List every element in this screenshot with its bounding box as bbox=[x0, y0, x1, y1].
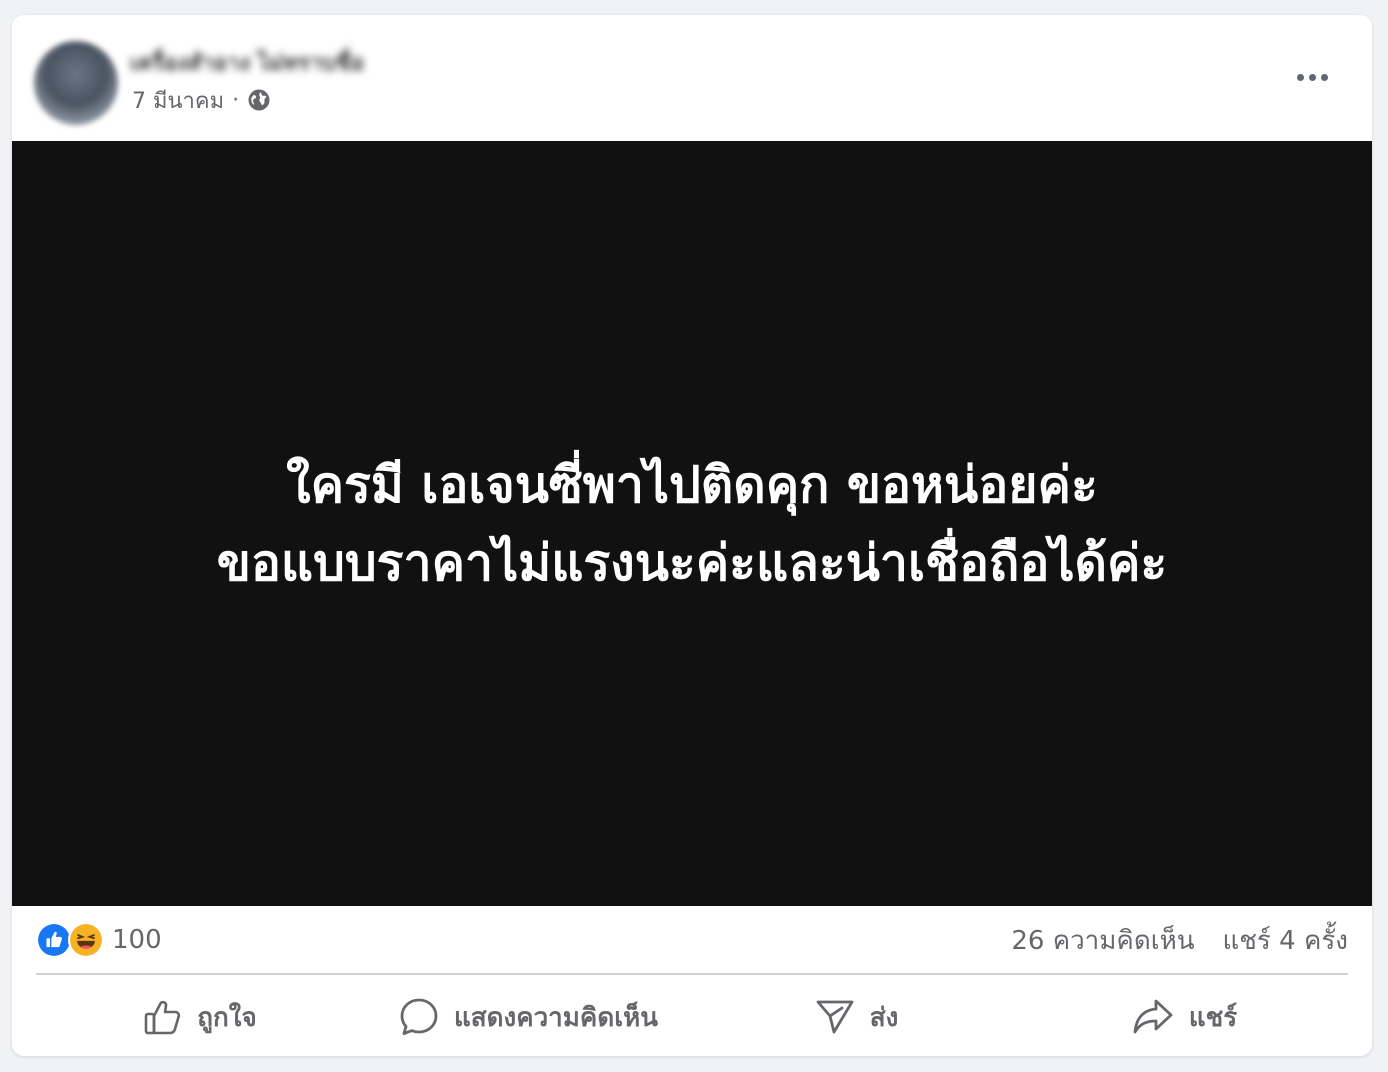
haha-icon bbox=[68, 922, 104, 958]
reactions-summary[interactable]: 100 bbox=[36, 922, 162, 958]
post-media[interactable]: ใครมี เอเจนซี่พาไปติดคุก ขอหน่อยค่ะ ขอแบ… bbox=[12, 141, 1372, 906]
author-avatar[interactable] bbox=[34, 41, 118, 125]
send-label: ส่ง bbox=[869, 1002, 899, 1033]
send-icon bbox=[816, 1000, 854, 1034]
post-actions: ถูกใจ แสดงความคิดเห็น ส่ง แชร์ bbox=[36, 981, 1348, 1053]
reaction-count: 100 bbox=[112, 925, 162, 955]
globe-icon bbox=[247, 88, 271, 112]
more-options-icon-dot bbox=[1320, 73, 1328, 81]
post-meta: 7 มีนาคม · bbox=[132, 85, 271, 115]
post-date[interactable]: 7 มีนาคม bbox=[132, 83, 224, 118]
share-arrow-icon bbox=[1133, 999, 1173, 1034]
comment-bubble-icon bbox=[400, 998, 438, 1035]
post-header: เครื่องสำอาง ไม่ทราบชื่อ 7 มีนาคม · bbox=[12, 15, 1372, 141]
author-name[interactable]: เครื่องสำอาง ไม่ทราบชื่อ bbox=[130, 45, 410, 75]
more-options-icon bbox=[1296, 73, 1304, 81]
media-text-line-2: ขอแบบราคาไม่แรงนะค่ะและน่าเชื่อถือได้ค่ะ bbox=[216, 533, 1168, 592]
thumbs-up-icon bbox=[144, 1000, 181, 1035]
post-stats: 100 26 ความคิดเห็น แชร์ 4 ครั้ง bbox=[36, 915, 1348, 965]
like-icon bbox=[36, 922, 72, 958]
like-button[interactable]: ถูกใจ bbox=[36, 981, 364, 1053]
comment-label: แสดงความคิดเห็น bbox=[453, 1002, 658, 1033]
share-label: แชร์ bbox=[1188, 1002, 1238, 1033]
share-button[interactable]: แชร์ bbox=[1020, 981, 1348, 1053]
media-text-line-1: ใครมี เอเจนซี่พาไปติดคุก ขอหน่อยค่ะ bbox=[286, 455, 1098, 514]
comment-count-link[interactable]: 26 ความคิดเห็น bbox=[1011, 920, 1194, 961]
share-count-link[interactable]: แชร์ 4 ครั้ง bbox=[1223, 920, 1349, 961]
more-options-icon-dot bbox=[1308, 73, 1316, 81]
actions-divider bbox=[36, 973, 1348, 975]
post-card: เครื่องสำอาง ไม่ทราบชื่อ 7 มีนาคม · ใครม… bbox=[12, 15, 1372, 1056]
meta-separator: · bbox=[232, 87, 240, 113]
engagement-counts: 26 ความคิดเห็น แชร์ 4 ครั้ง bbox=[1011, 920, 1348, 961]
like-label: ถูกใจ bbox=[197, 1002, 257, 1033]
more-options-button[interactable] bbox=[1284, 59, 1340, 95]
send-button[interactable]: ส่ง bbox=[692, 981, 1020, 1053]
comment-button[interactable]: แสดงความคิดเห็น bbox=[364, 981, 692, 1053]
